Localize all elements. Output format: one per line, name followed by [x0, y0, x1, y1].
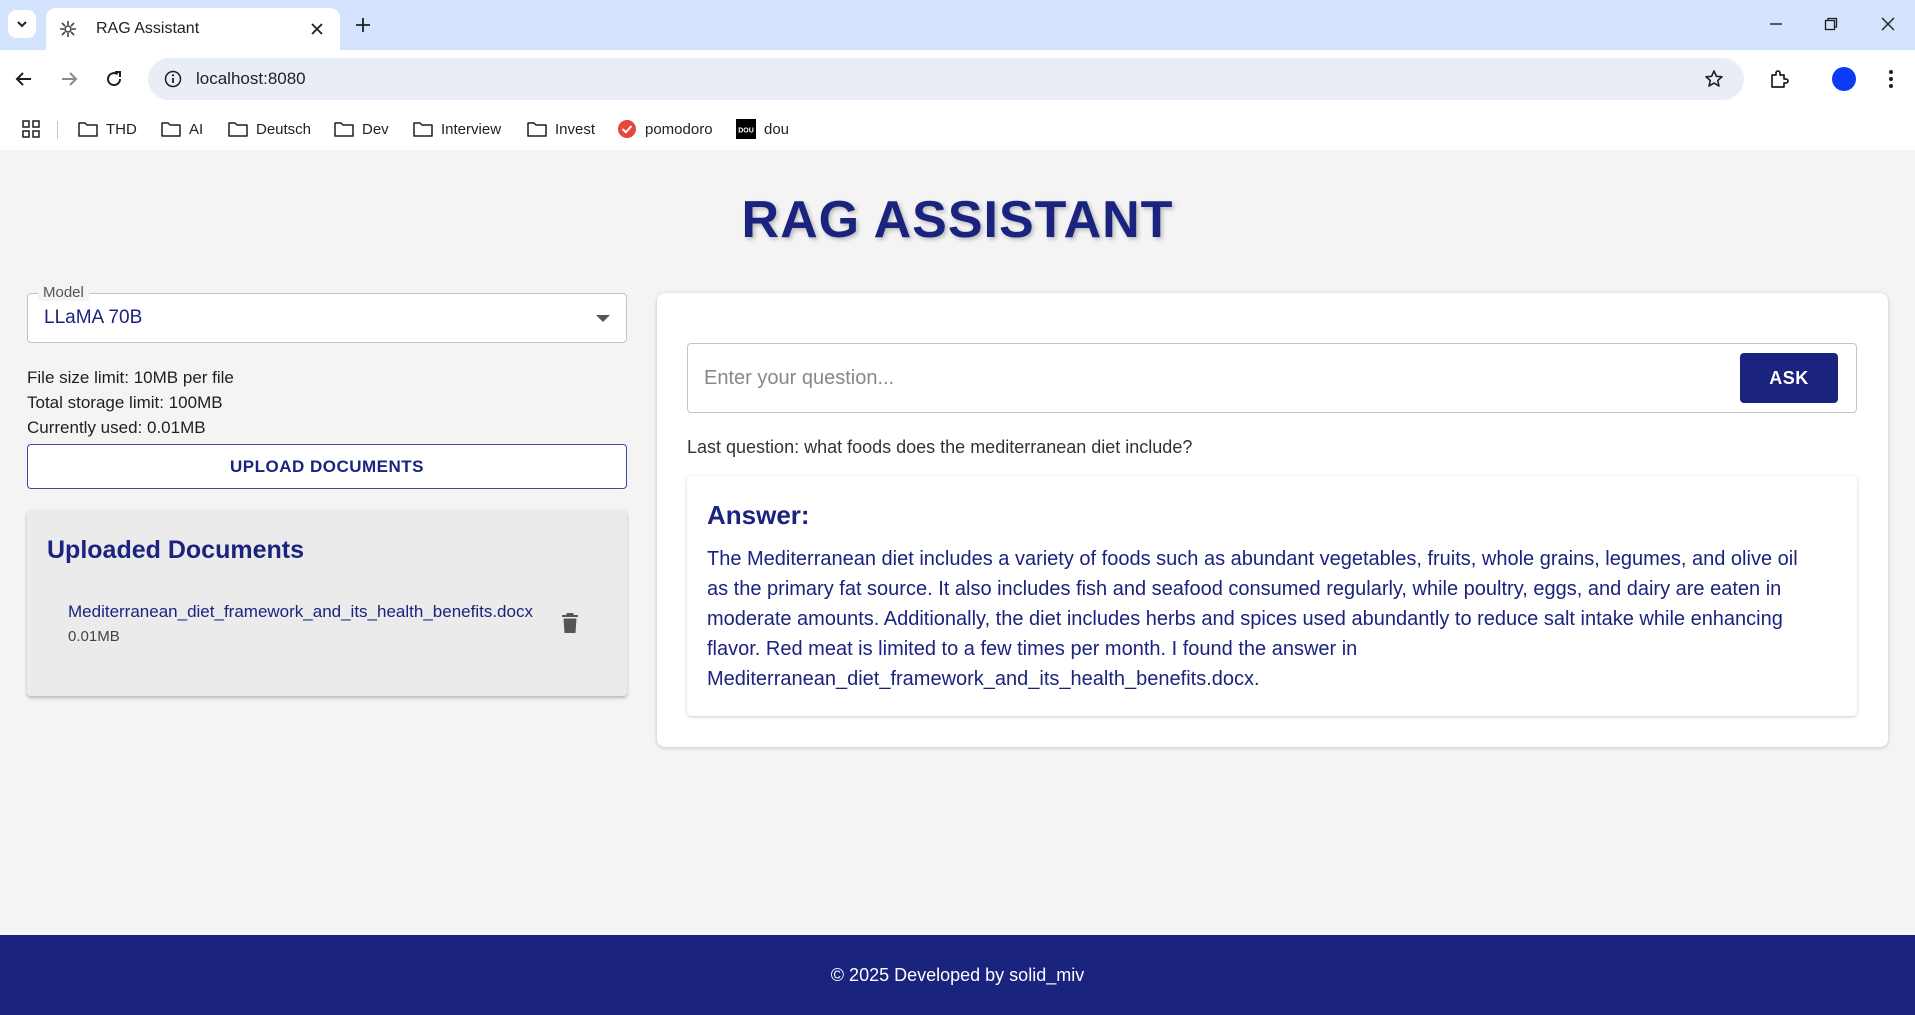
document-name: Mediterranean_diet_framework_and_its_hea… — [68, 602, 533, 621]
folder-icon — [413, 119, 433, 139]
bookmark-interview[interactable]: Interview — [413, 116, 501, 142]
avatar — [1832, 67, 1856, 91]
dou-icon: DOU — [736, 119, 756, 139]
site-info-icon[interactable] — [162, 68, 184, 90]
footer: © 2025 Developed by solid_miv — [0, 935, 1915, 1015]
model-select-label: Model — [38, 284, 89, 301]
bookmark-label: Invest — [555, 120, 596, 138]
list-item: Mediterranean_diet_framework_and_its_hea… — [68, 602, 608, 648]
folder-icon — [527, 119, 547, 139]
storage-used: Currently used: 0.01MB — [27, 418, 206, 437]
model-select-value: LLaMA 70B — [44, 307, 143, 328]
delete-trash-icon[interactable] — [558, 610, 582, 636]
profile-avatar[interactable] — [1829, 64, 1859, 94]
answer-text: The Mediterranean diet includes a variet… — [707, 548, 1798, 690]
extensions-puzzle-icon[interactable] — [1764, 64, 1794, 94]
bookmark-dev[interactable]: Dev — [334, 116, 389, 142]
tab-search-button[interactable] — [8, 10, 36, 38]
page-title: RAG ASSISTANT — [741, 191, 1174, 249]
model-select[interactable]: Model LLaMA 70B — [27, 284, 627, 343]
url-text: localhost:8080 — [196, 69, 306, 88]
upload-documents-button[interactable]: UPLOAD DOCUMENTS — [27, 444, 627, 489]
browser-toolbar: localhost:8080 — [0, 50, 1915, 108]
chevron-down-icon — [17, 21, 27, 28]
bookmark-deutsch[interactable]: Deutsch — [228, 116, 311, 142]
tab-title: RAG Assistant — [96, 20, 200, 37]
more-options-icon[interactable] — [1876, 64, 1906, 94]
bookmarks-divider — [57, 121, 58, 139]
folder-icon — [161, 119, 181, 139]
new-tab-plus-icon[interactable] — [350, 12, 376, 38]
bookmark-label: Interview — [441, 120, 502, 138]
pomodoro-icon — [617, 119, 637, 139]
bookmark-label: AI — [189, 120, 204, 138]
qa-card: ASK Last question: what foods does the m… — [657, 293, 1888, 747]
minimize-window-icon[interactable] — [1759, 10, 1793, 38]
bookmark-label: THD — [106, 120, 137, 138]
bookmarks-bar: THD AI Deutsch Dev Interview Invest pomo… — [0, 108, 1915, 150]
uploaded-documents-panel: Uploaded Documents Mediterranean_diet_fr… — [27, 510, 627, 696]
bookmark-pomodoro[interactable]: pomodoro — [617, 116, 713, 142]
svg-text:DOU: DOU — [738, 128, 754, 135]
ask-button[interactable]: ASK — [1740, 353, 1838, 403]
folder-icon — [334, 119, 354, 139]
address-bar[interactable]: localhost:8080 — [148, 58, 1744, 100]
question-field: ASK — [687, 343, 1857, 413]
bookmark-label: Dev — [362, 120, 389, 138]
browser-tabstrip: RAG Assistant — [0, 0, 1915, 50]
last-question: Last question: what foods does the medit… — [687, 437, 1193, 457]
close-window-icon[interactable] — [1871, 10, 1905, 38]
uploaded-documents-title: Uploaded Documents — [47, 536, 304, 564]
bookmark-thd[interactable]: THD — [78, 116, 137, 142]
question-input[interactable] — [704, 358, 1704, 398]
bookmark-invest[interactable]: Invest — [527, 116, 595, 142]
bookmark-ai[interactable]: AI — [161, 116, 203, 142]
apps-grid-icon[interactable] — [19, 117, 43, 141]
file-size-limit: File size limit: 10MB per file — [27, 368, 234, 387]
bookmark-label: pomodoro — [645, 120, 713, 138]
answer-heading: Answer: — [707, 500, 810, 530]
bookmark-label: dou — [764, 120, 790, 138]
document-size: 0.01MB — [68, 628, 120, 645]
answer-card: Answer: The Mediterranean diet includes … — [687, 476, 1857, 716]
total-storage-limit: Total storage limit: 100MB — [27, 393, 223, 412]
back-arrow-icon[interactable] — [9, 64, 39, 94]
folder-icon — [228, 119, 248, 139]
browser-tab-active[interactable]: RAG Assistant — [46, 8, 340, 50]
footer-text: © 2025 Developed by solid_miv — [830, 964, 1085, 985]
close-tab-icon[interactable] — [306, 18, 328, 40]
folder-icon — [78, 119, 98, 139]
rag-favicon-icon — [58, 19, 78, 39]
restore-window-icon[interactable] — [1814, 10, 1848, 38]
bookmark-dou[interactable]: DOU dou — [736, 116, 789, 142]
app-root: RAG ASSISTANT Model LLaMA 70B File size … — [0, 150, 1915, 935]
forward-arrow-icon[interactable] — [54, 64, 84, 94]
bookmark-star-icon[interactable] — [1702, 67, 1726, 91]
storage-limits: File size limit: 10MB per file Total sto… — [27, 365, 234, 440]
dropdown-arrow-icon — [596, 315, 610, 322]
reload-icon[interactable] — [99, 64, 129, 94]
bookmark-label: Deutsch — [256, 120, 312, 138]
